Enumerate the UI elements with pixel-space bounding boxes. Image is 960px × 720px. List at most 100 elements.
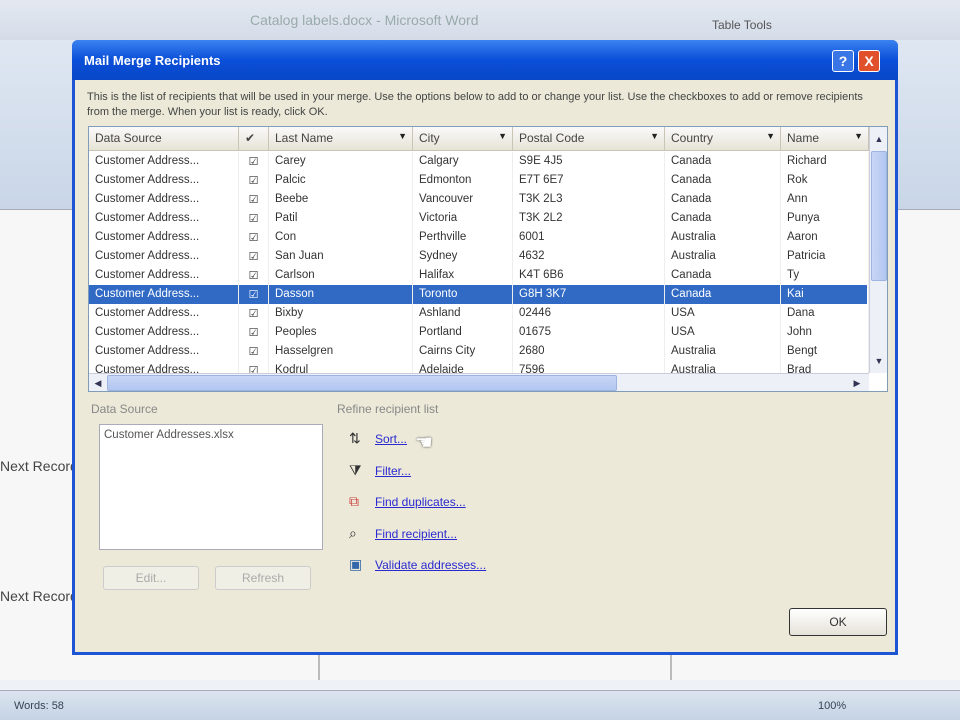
table-row[interactable]: Customer Address... ☑ Palcic Edmonton E7T 6E… [89,171,869,190]
cell-name: Richard [781,152,869,171]
validate-addresses-link[interactable]: Validate addresses... [375,558,486,572]
include-checkbox[interactable]: ☑ [239,323,269,342]
chevron-down-icon[interactable]: ▼ [498,131,507,141]
cell-last: Dasson [269,285,413,304]
column-header[interactable]: Data Source [89,127,239,151]
cell-name: Dana [781,304,869,323]
table-row[interactable]: Customer Address... ☑ Beebe Vancouver T3K 2L… [89,190,869,209]
cell-last: Patil [269,209,413,228]
cell-name: Ann [781,190,869,209]
include-checkbox[interactable]: ☑ [239,228,269,247]
mail-merge-recipients-dialog: Mail Merge Recipients ? X This is the li… [72,40,898,655]
close-button[interactable]: X [858,50,880,72]
data-source-label: Data Source [91,402,158,416]
cell-source: Customer Address... [89,323,239,342]
filter-link[interactable]: Filter... [375,464,411,478]
column-header[interactable]: ✔ [239,127,269,151]
table-row[interactable]: Customer Address... ☑ Bixby Ashland 02446 USA… [89,304,869,323]
cell-city: Edmonton [413,171,513,190]
cell-source: Customer Address... [89,247,239,266]
cell-postal: 02446 [513,304,665,323]
cell-last: Carey [269,152,413,171]
cell-name: Patricia [781,247,869,266]
dialog-title-bar[interactable]: Mail Merge Recipients ? X [72,40,898,80]
column-header-label: Name [787,131,820,145]
table-row[interactable]: Customer Address... ☑ Carlson Halifax K4T 6B… [89,266,869,285]
include-checkbox[interactable]: ☑ [239,285,269,304]
column-header[interactable]: Postal Code ▼ [513,127,665,151]
column-header[interactable]: Last Name ▼ [269,127,413,151]
vertical-scrollbar[interactable]: ▲ ▼ [869,127,887,373]
table-row[interactable]: Customer Address... ☑ Hasselgren Cairns Cit… [89,342,869,361]
recipients-grid[interactable]: Data Source ✔ Last Name ▼ City ▼ Postal Code ▼ C… [88,126,888,392]
next-record-field: Next Record [0,588,78,604]
data-source-list[interactable]: Customer Addresses.xlsx [99,424,323,550]
column-header-label: Data Source [95,131,162,145]
include-checkbox[interactable]: ☑ [239,247,269,266]
cell-last: Hasselgren [269,342,413,361]
table-tools-tab[interactable]: Table Tools [712,18,772,32]
include-checkbox[interactable]: ☑ [239,304,269,323]
word-count[interactable]: Words: 58 [14,700,64,712]
column-header[interactable]: City ▼ [413,127,513,151]
hand-cursor-icon: ☚ [415,432,433,454]
scroll-up-icon[interactable]: ▲ [871,131,887,147]
cell-postal: T3K 2L3 [513,190,665,209]
table-row[interactable]: Customer Address... ☑ Con Perthville 6001 Aus… [89,228,869,247]
sort-link[interactable]: Sort... [375,432,407,446]
include-checkbox[interactable]: ☑ [239,190,269,209]
chevron-down-icon[interactable]: ▼ [766,131,775,141]
scroll-down-icon[interactable]: ▼ [871,353,887,369]
find-recipient-link[interactable]: Find recipient... [375,527,457,541]
window-title: Catalog labels.docx - Microsoft Word [250,12,479,28]
scroll-thumb[interactable] [107,375,617,391]
cell-country: USA [665,304,781,323]
cell-source: Customer Address... [89,209,239,228]
chevron-down-icon[interactable]: ▼ [650,131,659,141]
find-duplicates-link[interactable]: Find duplicates... [375,495,466,509]
table-row[interactable]: Customer Address... ☑ Patil Victoria T3K 2L2… [89,209,869,228]
cell-source: Customer Address... [89,342,239,361]
cell-name: John [781,323,869,342]
chevron-down-icon[interactable]: ▼ [398,131,407,141]
scroll-right-icon[interactable]: ▶ [849,375,865,391]
cell-city: Portland [413,323,513,342]
horizontal-scrollbar[interactable]: ◀ ▶ [89,373,869,391]
cell-country: Australia [665,228,781,247]
cell-name: Kai [781,285,869,304]
edit-button[interactable]: Edit... [103,566,199,590]
dialog-title: Mail Merge Recipients [84,53,221,68]
column-header[interactable]: Name ▼ [781,127,869,151]
cell-name: Aaron [781,228,869,247]
cell-city: Cairns City [413,342,513,361]
refresh-button[interactable]: Refresh [215,566,311,590]
scroll-left-icon[interactable]: ◀ [90,375,106,391]
cell-last: Peoples [269,323,413,342]
include-checkbox[interactable]: ☑ [239,342,269,361]
table-row[interactable]: Customer Address... ☑ San Juan Sydney 4632 Au… [89,247,869,266]
instructions: This is the list of recipients that will… [87,91,863,118]
column-header[interactable]: Country ▼ [665,127,781,151]
cell-postal: 6001 [513,228,665,247]
cell-city: Victoria [413,209,513,228]
include-checkbox[interactable]: ☑ [239,152,269,171]
include-checkbox[interactable]: ☑ [239,266,269,285]
table-row[interactable]: Customer Address... ☑ Dasson Toronto G8H 3K7… [89,285,869,304]
cell-city: Vancouver [413,190,513,209]
chevron-down-icon[interactable]: ▼ [854,131,863,141]
zoom-level[interactable]: 100% [818,700,846,712]
include-checkbox[interactable]: ☑ [239,209,269,228]
ok-button[interactable]: OK [789,608,887,636]
include-checkbox[interactable]: ☑ [239,171,269,190]
cell-city: Ashland [413,304,513,323]
data-source-item[interactable]: Customer Addresses.xlsx [104,429,318,441]
find-duplicates-icon: ⧉ [349,493,359,509]
help-button[interactable]: ? [832,50,854,72]
table-row[interactable]: Customer Address... ☑ Peoples Portland 01675… [89,323,869,342]
validate-addresses-icon: ▣ [349,556,363,572]
cell-country: Australia [665,247,781,266]
cell-city: Toronto [413,285,513,304]
scroll-thumb[interactable] [871,151,887,281]
table-row[interactable]: Customer Address... ☑ Carey Calgary S9E 4J5 C… [89,152,869,171]
cell-country: Canada [665,171,781,190]
